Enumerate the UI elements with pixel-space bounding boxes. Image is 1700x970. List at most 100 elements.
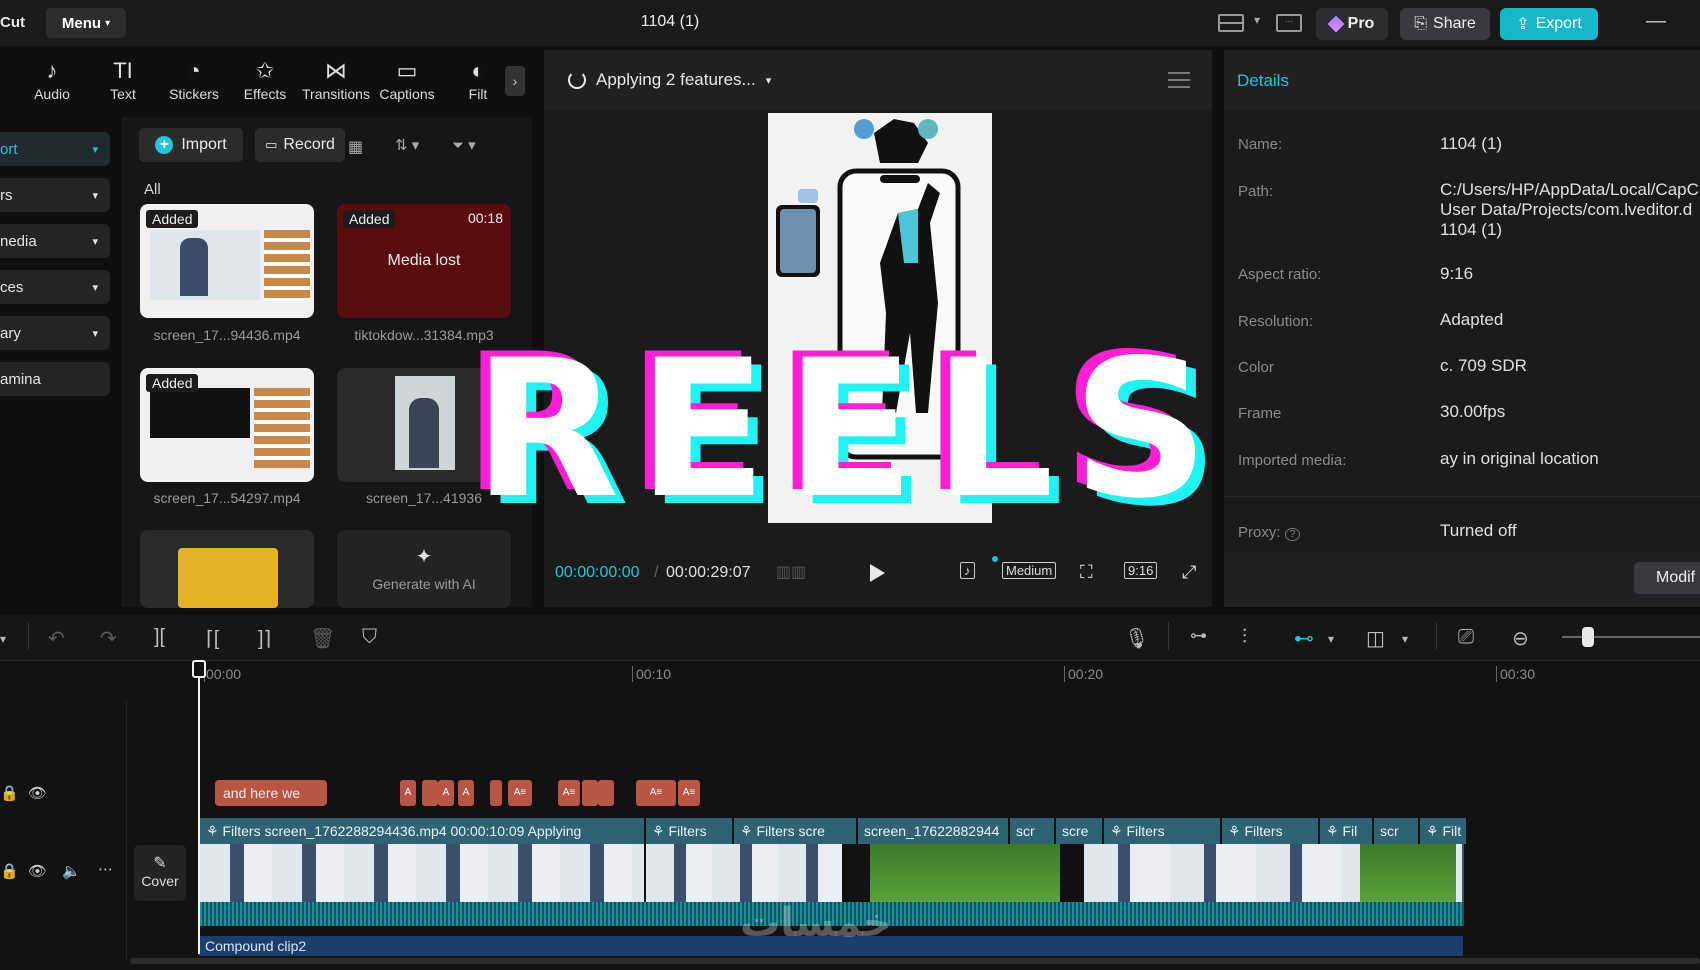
shield-icon[interactable]: ⛉ [362,626,377,649]
filter-icon[interactable]: ⏷ ▾ [452,136,476,154]
playhead[interactable] [198,664,200,954]
tool-text[interactable]: TI Text [88,56,158,102]
text-clip[interactable]: A≡ [508,780,532,806]
more-icon[interactable]: ⋯ [98,860,113,878]
zoom-slider-handle[interactable] [1582,627,1594,647]
video-clip-label: Filters [1126,823,1165,839]
mirror-icon[interactable]: ◫ [1366,626,1385,651]
video-clip-header[interactable]: screen_17622882944 [858,818,1008,844]
zoom-out-icon[interactable]: ⊖ [1512,626,1529,651]
layout-icon[interactable] [1218,14,1244,32]
chevron-down-icon[interactable]: ▾ [1402,632,1408,646]
share-button[interactable]: ⎘ Share [1400,8,1490,40]
chevron-down-icon[interactable]: ▾ [1328,632,1334,646]
tool-stickers[interactable]: ◔ Stickers [159,56,229,102]
video-clip-header[interactable]: ⚘ Filters scre [734,818,856,844]
export-label: Export [1535,15,1582,32]
media-thumb[interactable]: Added 02:05 [140,204,314,318]
split-right-icon[interactable]: ]⌉ [258,626,271,651]
video-clip-header[interactable]: ⚘ Filters [646,818,732,844]
link-clips-icon[interactable]: ⊶ [1190,626,1207,646]
text-clip[interactable]: and here we [215,780,327,806]
text-clip[interactable] [490,780,502,806]
grid-view-icon[interactable]: ▦ [348,137,363,157]
pro-button[interactable]: Pro [1316,8,1388,40]
microphone-icon[interactable]: 🎙 [1124,626,1149,651]
import-button[interactable]: + Import [139,128,243,162]
chevron-right-icon[interactable]: › [505,66,525,96]
video-clip-frames[interactable] [1060,844,1082,902]
tool-captions[interactable]: ▭ Captions [372,56,442,102]
video-clip-frames[interactable] [1360,844,1456,902]
tool-transitions[interactable]: ⋈ Transitions [301,56,371,102]
auto-link-icon[interactable]: ⊷ [1294,626,1314,651]
media-thumb[interactable]: Added 00:18 Media lost [337,204,511,318]
video-clip-header[interactable]: scr [1374,818,1418,844]
video-clip-header[interactable]: ⚘ Filters [1222,818,1318,844]
quality-select[interactable]: Medium [1002,562,1057,579]
text-clip[interactable]: A [400,780,416,806]
split-icon[interactable]: ][ [154,626,165,649]
tool-label: Effects [243,86,287,102]
text-clip[interactable]: A≡ [558,780,580,806]
text-clip[interactable]: A≡ [636,780,676,806]
video-clip-header[interactable]: scre [1056,818,1102,844]
screen-icon[interactable]: ⎚ [1458,626,1474,649]
text-clip[interactable]: A≡ [678,780,700,806]
export-button[interactable]: ⇪ Export [1500,8,1598,40]
split-left-icon[interactable]: ⌈[ [206,626,219,651]
menu-lines-icon[interactable] [1168,72,1190,88]
text-clip[interactable] [422,780,438,806]
text-clip[interactable] [582,780,598,806]
horizontal-scrollbar[interactable] [130,958,1700,964]
lock-icon[interactable]: 🔒 [0,784,19,802]
generate-ai-button[interactable]: ✦ Generate with AI [337,530,511,608]
text-clip[interactable]: A [458,780,474,806]
sidebar-item[interactable]: ces ▾ [0,270,110,304]
video-clip-header[interactable]: scr [1010,818,1054,844]
video-clip-header[interactable]: ⚘ Filters [1104,818,1220,844]
minimize-icon[interactable]: — [1646,10,1666,33]
delete-icon[interactable]: 🗑 [310,626,335,651]
play-icon[interactable] [870,564,885,582]
applying-status[interactable]: Applying 2 features... ▾ [568,70,771,90]
waveform-icon[interactable]: ▥▥ [776,562,806,582]
sidebar-item-label: ces [0,278,24,296]
sidebar-item[interactable]: nedia ▾ [0,224,110,258]
sidebar-item[interactable]: rs ▾ [0,178,110,212]
redo-icon[interactable]: ↷ [100,626,117,651]
modify-button[interactable]: Modif [1634,562,1700,594]
tool-filt[interactable]: ◐ Filt [443,56,513,102]
keyboard-shortcuts-icon[interactable]: ⋯ [1276,14,1302,32]
cover-button[interactable]: ✎ Cover [134,845,186,901]
video-clip-header[interactable]: ⚘ Filt [1420,818,1466,844]
sidebar-item[interactable]: ort ▾ [0,132,110,166]
detail-value: User Data/Projects/com.lveditor.d [1440,200,1693,219]
text-clip[interactable]: A [438,780,454,806]
reels-overlay-title: REELS [473,319,1227,540]
video-clip-frames[interactable] [646,844,842,902]
video-clip-header[interactable]: ⚘ Fil [1320,818,1372,844]
video-clip-header[interactable]: ⚘ Filters screen_1762288294436.mp4 00:00… [200,818,644,844]
ratio-select[interactable]: 9:16 [1124,562,1158,579]
text-clip[interactable] [598,780,614,806]
chevron-down-icon[interactable]: ▾ [1254,13,1260,27]
eye-icon[interactable]: 👁 [28,862,47,880]
tool-audio[interactable]: ♪ Audio [17,56,87,102]
video-clip-frames[interactable] [200,844,644,902]
video-clip-frames[interactable] [870,844,1060,902]
playhead-handle[interactable] [192,660,206,678]
eye-icon[interactable]: 👁 [28,784,47,802]
sort-icon[interactable]: ⇅ ▾ [395,136,419,154]
lock-icon[interactable]: 🔒 [0,862,19,880]
snap-icon[interactable]: ⫶ [1242,626,1247,649]
fullscreen-icon[interactable]: ⤢ [1182,562,1196,583]
record-button[interactable]: ▭ Record [255,128,345,162]
volume-icon[interactable]: 🔈 [62,862,81,880]
tiktok-icon[interactable]: ♪ [960,562,975,579]
tool-effects[interactable]: ✩ Effects [230,56,300,102]
undo-icon[interactable]: ↶ [48,626,65,651]
zoom-fit-icon[interactable]: ⛶ [1080,562,1093,583]
folder-thumb[interactable] [140,530,314,608]
chevron-down-icon[interactable]: ▾ [0,632,6,646]
